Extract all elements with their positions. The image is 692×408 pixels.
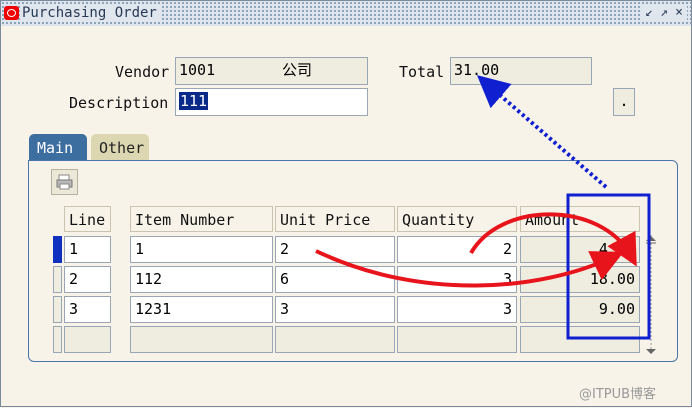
amount-cell: 4.00 <box>520 236 640 263</box>
amount-cell: 18.00 <box>520 266 640 293</box>
printer-icon <box>56 174 73 190</box>
row-selector[interactable] <box>53 266 62 293</box>
window-controls: ↙ ↗ × <box>641 5 687 21</box>
descriptive-flexfield-button[interactable]: . <box>613 88 635 116</box>
tab-main[interactable]: Main <box>29 134 87 160</box>
item-number-cell[interactable]: 1 <box>130 236 273 263</box>
purchasing-order-window: Purchasing Order ↙ ↗ × Vendor 1001 公司 To… <box>0 0 692 407</box>
maximize-icon[interactable]: ↗ <box>658 5 670 21</box>
watermark: @ITPUB博客 <box>579 387 657 402</box>
empty-cell[interactable] <box>64 326 111 353</box>
column-header-item-number: Item Number <box>130 206 273 232</box>
line-cell[interactable]: 3 <box>64 296 111 323</box>
quantity-cell[interactable]: 3 <box>397 266 517 293</box>
oracle-app-icon <box>4 6 19 20</box>
total-field: 31.00 <box>450 57 592 85</box>
column-header-line: Line <box>64 206 111 232</box>
row-selector[interactable] <box>53 296 62 323</box>
vendor-id: 1001 <box>179 61 216 79</box>
empty-cell[interactable] <box>275 326 395 353</box>
column-header-quantity: Quantity <box>397 206 517 232</box>
folder-tools-button[interactable] <box>51 169 78 195</box>
unit-price-cell[interactable]: 2 <box>275 236 395 263</box>
vendor-name: 公司 <box>282 61 313 79</box>
line-cell[interactable]: 2 <box>64 266 111 293</box>
line-cell[interactable]: 1 <box>64 236 111 263</box>
empty-cell[interactable] <box>130 326 273 353</box>
window-title: Purchasing Order <box>20 5 162 22</box>
description-input[interactable]: 111 <box>175 88 368 116</box>
vendor-label: Vendor <box>115 63 170 81</box>
description-label: Description <box>69 94 169 112</box>
description-value: 111 <box>179 92 209 110</box>
empty-cell <box>520 326 640 353</box>
row-selector-current[interactable] <box>53 236 62 263</box>
close-icon[interactable]: × <box>673 5 685 21</box>
row-selector[interactable] <box>53 326 62 353</box>
quantity-cell[interactable]: 3 <box>397 296 517 323</box>
table-scrollbar[interactable] <box>644 235 658 355</box>
amount-cell: 9.00 <box>520 296 640 323</box>
item-number-cell[interactable]: 112 <box>130 266 273 293</box>
column-header-unit-price: Unit Price <box>275 206 395 232</box>
quantity-cell[interactable]: 2 <box>397 236 517 263</box>
minimize-icon[interactable]: ↙ <box>643 5 655 21</box>
tab-other[interactable]: Other <box>91 134 149 160</box>
vendor-field[interactable]: 1001 公司 <box>175 57 368 85</box>
item-number-cell[interactable]: 1231 <box>130 296 273 323</box>
unit-price-cell[interactable]: 3 <box>275 296 395 323</box>
scrollbar-track <box>646 235 656 355</box>
title-bar[interactable]: Purchasing Order ↙ ↗ × <box>1 1 691 26</box>
scroll-up-icon <box>646 236 656 241</box>
column-header-amount: Amount <box>520 206 640 232</box>
empty-cell[interactable] <box>397 326 517 353</box>
scroll-down-icon <box>646 349 656 354</box>
unit-price-cell[interactable]: 6 <box>275 266 395 293</box>
total-label: Total <box>399 63 445 81</box>
